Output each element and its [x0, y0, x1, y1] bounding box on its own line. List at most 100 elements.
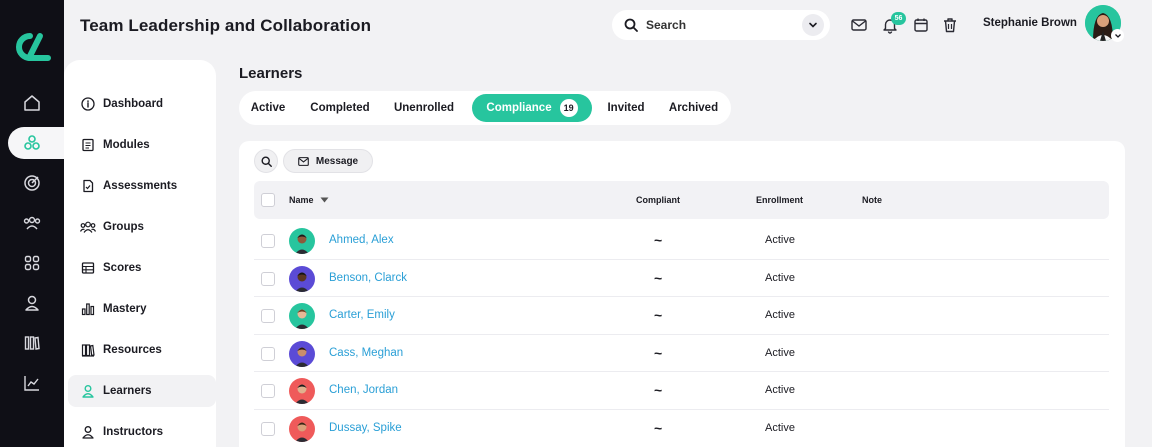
learner-name-link[interactable]: Ahmed, Alex	[329, 234, 394, 246]
page-title: Team Leadership and Collaboration	[80, 16, 372, 35]
avatar[interactable]	[289, 416, 315, 442]
subnav-item-label: Mastery	[103, 303, 147, 315]
user-menu-chevron[interactable]	[1111, 29, 1124, 42]
column-header-name[interactable]: Name	[289, 195, 329, 205]
grid-icon	[24, 255, 40, 271]
avatar[interactable]	[289, 265, 315, 292]
tab-count-badge: 19	[559, 99, 578, 117]
avatar[interactable]	[289, 378, 315, 405]
subnav-item-scores[interactable]: Scores	[68, 252, 216, 284]
compliance-status: ~	[654, 382, 663, 399]
enrollment-status: Active	[765, 271, 795, 284]
rail-courses[interactable]	[8, 127, 72, 159]
learner-name-link[interactable]: Chen, Jordan	[329, 384, 398, 396]
rail-library[interactable]	[0, 327, 64, 359]
rail-reports[interactable]	[0, 367, 64, 399]
learner-tabs: Active Completed Unenrolled Compliance 1…	[239, 91, 731, 125]
document-icon	[82, 138, 94, 152]
tab-completed[interactable]: Completed	[301, 94, 379, 122]
users-icon	[23, 216, 41, 230]
search-input[interactable]	[646, 18, 802, 32]
rail-apps[interactable]	[0, 247, 64, 279]
learner-name-link[interactable]: Dussay, Spike	[329, 422, 402, 434]
row-checkbox[interactable]	[261, 384, 275, 399]
subnav-item-label: Groups	[103, 221, 144, 233]
subnav-item-dashboard[interactable]: Dashboard	[68, 88, 216, 120]
table-row: Dussay, Spike ~ Active	[254, 410, 1109, 447]
compliance-status: ~	[654, 232, 663, 248]
row-checkbox[interactable]	[261, 309, 275, 324]
subnav-item-resources[interactable]: Resources	[68, 334, 216, 366]
subnav-item-label: Assessments	[103, 180, 178, 192]
tab-compliance[interactable]: Compliance 19	[472, 94, 592, 122]
rail-goals[interactable]	[0, 167, 64, 199]
subnav-item-groups[interactable]: Groups	[68, 211, 216, 243]
tab-unenrolled[interactable]: Unenrolled	[387, 94, 461, 122]
subnav-item-label: Instructors	[103, 426, 164, 438]
column-header-compliant[interactable]: Compliant	[636, 195, 680, 205]
subnav-item-label: Dashboard	[103, 98, 164, 110]
table-header: Name Compliant Enrollment Note	[254, 181, 1109, 219]
enrollment-status: Active	[765, 234, 795, 246]
home-icon	[24, 95, 40, 111]
avatar[interactable]	[289, 228, 315, 254]
subnav-item-label: Learners	[103, 385, 152, 397]
compliance-status: ~	[654, 420, 663, 436]
row-checkbox[interactable]	[261, 271, 275, 286]
enrollment-status: Active	[765, 422, 795, 434]
target-icon	[24, 175, 40, 191]
library-icon	[24, 336, 40, 350]
column-header-enrollment[interactable]: Enrollment	[756, 195, 803, 205]
row-checkbox[interactable]	[261, 234, 275, 248]
column-label: Name	[289, 195, 314, 205]
section-title: Learners	[239, 65, 303, 82]
subnav-item-learners[interactable]: Learners	[68, 375, 216, 407]
calendar-icon[interactable]	[912, 16, 930, 34]
subnav-item-mastery[interactable]: Mastery	[68, 293, 216, 325]
column-header-note[interactable]: Note	[862, 195, 882, 205]
share-nodes-icon	[24, 135, 40, 150]
user-icon	[25, 295, 39, 311]
subnav-item-instructors[interactable]: Instructors	[68, 416, 216, 447]
table-row: Ahmed, Alex ~ Active	[254, 222, 1109, 260]
subnav-item-label: Scores	[103, 262, 142, 274]
row-checkbox[interactable]	[261, 422, 275, 436]
app-rail	[0, 0, 72, 447]
user-name[interactable]: Stephanie Brown	[983, 17, 1077, 29]
tab-active[interactable]: Active	[243, 94, 293, 122]
chevron-down-icon	[1114, 33, 1121, 38]
table-row: Carter, Emily ~ Active	[254, 297, 1109, 335]
compliance-status: ~	[654, 344, 663, 361]
trash-icon[interactable]	[941, 16, 959, 34]
info-icon	[81, 97, 95, 111]
learner-name-link[interactable]: Carter, Emily	[329, 309, 395, 321]
row-checkbox[interactable]	[261, 346, 275, 361]
table-row: Benson, Clarck ~ Active	[254, 260, 1109, 298]
search-scope-dropdown[interactable]	[802, 14, 824, 36]
avatar[interactable]	[289, 303, 315, 330]
assessment-icon	[83, 179, 94, 193]
learner-name-link[interactable]: Cass, Meghan	[329, 347, 403, 359]
message-button[interactable]: Message	[283, 149, 373, 173]
table-search-button[interactable]	[254, 149, 278, 173]
tab-archived[interactable]: Archived	[661, 94, 726, 122]
notification-badge: 56	[891, 12, 906, 25]
tab-label: Compliance	[486, 102, 552, 114]
group-icon	[80, 221, 96, 233]
app-logo[interactable]	[10, 30, 54, 64]
course-subnav: Dashboard Modules Assessments Groups Sco…	[64, 60, 216, 447]
rail-home[interactable]	[0, 87, 64, 119]
subnav-item-modules[interactable]: Modules	[68, 129, 216, 161]
table-icon	[81, 262, 95, 274]
rail-profile[interactable]	[0, 287, 64, 319]
avatar[interactable]	[289, 340, 315, 367]
learner-name-link[interactable]: Benson, Clarck	[329, 272, 407, 284]
instructor-icon	[82, 426, 94, 439]
subnav-item-label: Modules	[103, 139, 150, 151]
subnav-item-assessments[interactable]: Assessments	[68, 170, 216, 202]
rail-people[interactable]	[0, 207, 64, 239]
tab-invited[interactable]: Invited	[601, 94, 651, 122]
mail-icon[interactable]	[850, 16, 868, 34]
search-icon	[260, 155, 272, 167]
select-all-checkbox[interactable]	[261, 193, 275, 207]
